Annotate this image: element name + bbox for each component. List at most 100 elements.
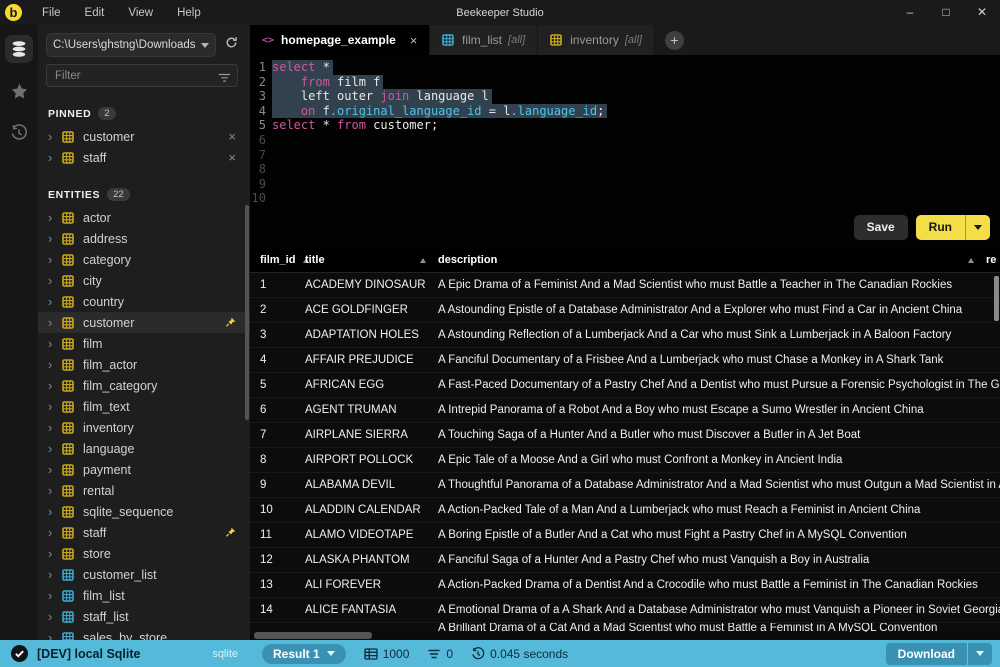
table-row[interactable]: 4AFFAIR PREJUDICEA Fanciful Documentary … <box>250 348 1000 373</box>
entity-film_category[interactable]: ›film_category <box>38 375 250 396</box>
table-row[interactable]: 8AIRPORT POLLOCKA Epic Tale of a Moose A… <box>250 448 1000 473</box>
unpin-close-icon[interactable]: × <box>228 150 236 165</box>
chevron-right-icon[interactable]: › <box>48 232 62 245</box>
column-header-film-id[interactable]: film_id <box>250 254 305 266</box>
chevron-right-icon[interactable]: › <box>48 316 62 329</box>
refresh-icon[interactable] <box>225 36 238 54</box>
entity-payment[interactable]: ›payment <box>38 459 250 480</box>
chevron-right-icon[interactable]: › <box>48 589 62 602</box>
app-window: b FileEditViewHelp Beekeeper Studio – □ … <box>0 0 1000 667</box>
pinned-item-customer[interactable]: ›customer× <box>38 126 250 147</box>
tab-film_list[interactable]: film_list[all] <box>430 25 538 55</box>
entity-actor[interactable]: ›actor <box>38 207 250 228</box>
entity-customer[interactable]: ›customer <box>38 312 250 333</box>
entity-film_text[interactable]: ›film_text <box>38 396 250 417</box>
save-button[interactable]: Save <box>854 215 908 240</box>
unpin-close-icon[interactable]: × <box>228 129 236 144</box>
column-header-description[interactable]: description <box>438 254 986 266</box>
horizontal-scrollbar[interactable] <box>254 632 372 639</box>
entity-country[interactable]: ›country <box>38 291 250 312</box>
entity-language[interactable]: › language <box>38 438 250 459</box>
chevron-right-icon[interactable]: › <box>48 568 62 581</box>
download-options-button[interactable] <box>967 643 992 665</box>
connection-select[interactable]: C:\Users\ghstng\Downloads <box>46 33 216 57</box>
chevron-right-icon[interactable]: › <box>48 463 62 476</box>
menu-edit[interactable]: Edit <box>75 4 115 22</box>
download-button[interactable]: Download <box>886 643 992 665</box>
minimize-button[interactable]: – <box>892 0 928 25</box>
chevron-right-icon[interactable]: › <box>48 151 62 164</box>
table-row[interactable]: 5AFRICAN EGGA Fast-Paced Documentary of … <box>250 373 1000 398</box>
entity-category[interactable]: ›category <box>38 249 250 270</box>
tab-homepage_example[interactable]: <>homepage_example× <box>250 25 430 55</box>
close-tab-icon[interactable]: × <box>410 33 418 48</box>
sidebar-scrollbar[interactable] <box>245 205 249 420</box>
chevron-right-icon[interactable]: › <box>48 505 62 518</box>
chevron-right-icon[interactable]: › <box>48 337 62 350</box>
chevron-right-icon[interactable]: › <box>48 400 62 413</box>
sql-editor[interactable]: 1select *2 from film f3 left outer join … <box>250 55 1000 248</box>
run-button-label[interactable]: Run <box>916 215 965 240</box>
run-options-button[interactable] <box>965 215 990 240</box>
table-row[interactable]: 7AIRPLANE SIERRAA Touching Saga of a Hun… <box>250 423 1000 448</box>
chevron-right-icon[interactable]: › <box>48 379 62 392</box>
tab-inventory[interactable]: inventory[all] <box>538 25 655 55</box>
entity-inventory[interactable]: ›inventory <box>38 417 250 438</box>
entity-name: language <box>83 442 134 456</box>
close-button[interactable]: ✕ <box>964 0 1000 25</box>
pin-icon[interactable] <box>225 317 236 328</box>
table-row[interactable]: 9ALABAMA DEVILA Thoughtful Panorama of a… <box>250 473 1000 498</box>
menu-view[interactable]: View <box>118 4 163 22</box>
database-tab-button[interactable] <box>5 35 33 63</box>
entity-address[interactable]: ›address <box>38 228 250 249</box>
favorites-tab-button[interactable] <box>5 77 33 105</box>
menu-file[interactable]: File <box>32 4 71 22</box>
table-row[interactable]: 13ALI FOREVERA Action-Packed Drama of a … <box>250 573 1000 598</box>
chevron-right-icon[interactable]: › <box>48 130 62 143</box>
vertical-scrollbar[interactable] <box>994 276 999 321</box>
menu-help[interactable]: Help <box>167 4 211 22</box>
chevron-right-icon[interactable]: › <box>48 484 62 497</box>
column-header-title[interactable]: title <box>305 254 438 266</box>
download-label[interactable]: Download <box>886 643 967 665</box>
table-row[interactable]: 1ACADEMY DINOSAURA Epic Drama of a Femin… <box>250 273 1000 298</box>
history-tab-button[interactable] <box>5 119 33 147</box>
chevron-right-icon[interactable]: › <box>48 526 62 539</box>
table-row[interactable]: 14ALICE FANTASIAA Emotional Drama of a A… <box>250 598 1000 623</box>
pinned-item-staff[interactable]: ›staff× <box>38 147 250 168</box>
chevron-right-icon[interactable]: › <box>48 295 62 308</box>
chevron-right-icon[interactable]: › <box>48 421 62 434</box>
entity-customer_list[interactable]: ›customer_list <box>38 564 250 585</box>
entity-staff_list[interactable]: ›staff_list <box>38 606 250 627</box>
table-row[interactable]: 11ALAMO VIDEOTAPEA Boring Epistle of a B… <box>250 523 1000 548</box>
chevron-right-icon[interactable]: › <box>48 610 62 623</box>
entity-film[interactable]: ›film <box>38 333 250 354</box>
entity-rental[interactable]: ›rental <box>38 480 250 501</box>
pin-icon[interactable] <box>225 527 236 538</box>
entity-sales_by_store[interactable]: ›sales_by_store <box>38 627 250 640</box>
entity-city[interactable]: ›city <box>38 270 250 291</box>
table-row[interactable]: 12ALASKA PHANTOMA Fanciful Saga of a Hun… <box>250 548 1000 573</box>
filter-input[interactable] <box>46 64 238 87</box>
table-row[interactable]: 6AGENT TRUMANA Intrepid Panorama of a Ro… <box>250 398 1000 423</box>
chevron-right-icon[interactable]: › <box>48 631 62 640</box>
entity-film_list[interactable]: ›film_list <box>38 585 250 606</box>
result-selector[interactable]: Result 1 <box>262 644 346 664</box>
entity-sqlite_sequence[interactable]: ›sqlite_sequence <box>38 501 250 522</box>
chevron-right-icon[interactable]: › <box>48 547 62 560</box>
entity-store[interactable]: ›store <box>38 543 250 564</box>
entity-film_actor[interactable]: ›film_actor <box>38 354 250 375</box>
maximize-button[interactable]: □ <box>928 0 964 25</box>
column-header-partial[interactable]: re <box>986 254 1000 266</box>
table-row[interactable]: 2ACE GOLDFINGERA Astounding Epistle of a… <box>250 298 1000 323</box>
chevron-right-icon[interactable]: › <box>48 274 62 287</box>
run-button[interactable]: Run <box>916 215 990 240</box>
chevron-right-icon[interactable]: › <box>48 253 62 266</box>
table-row[interactable]: 10ALADDIN CALENDARA Action-Packed Tale o… <box>250 498 1000 523</box>
chevron-right-icon[interactable]: › <box>48 442 62 455</box>
table-row[interactable]: 3ADAPTATION HOLESA Astounding Reflection… <box>250 323 1000 348</box>
chevron-right-icon[interactable]: › <box>48 358 62 371</box>
chevron-right-icon[interactable]: › <box>48 211 62 224</box>
entity-staff[interactable]: ›staff <box>38 522 250 543</box>
new-tab-button[interactable]: + <box>665 31 684 50</box>
